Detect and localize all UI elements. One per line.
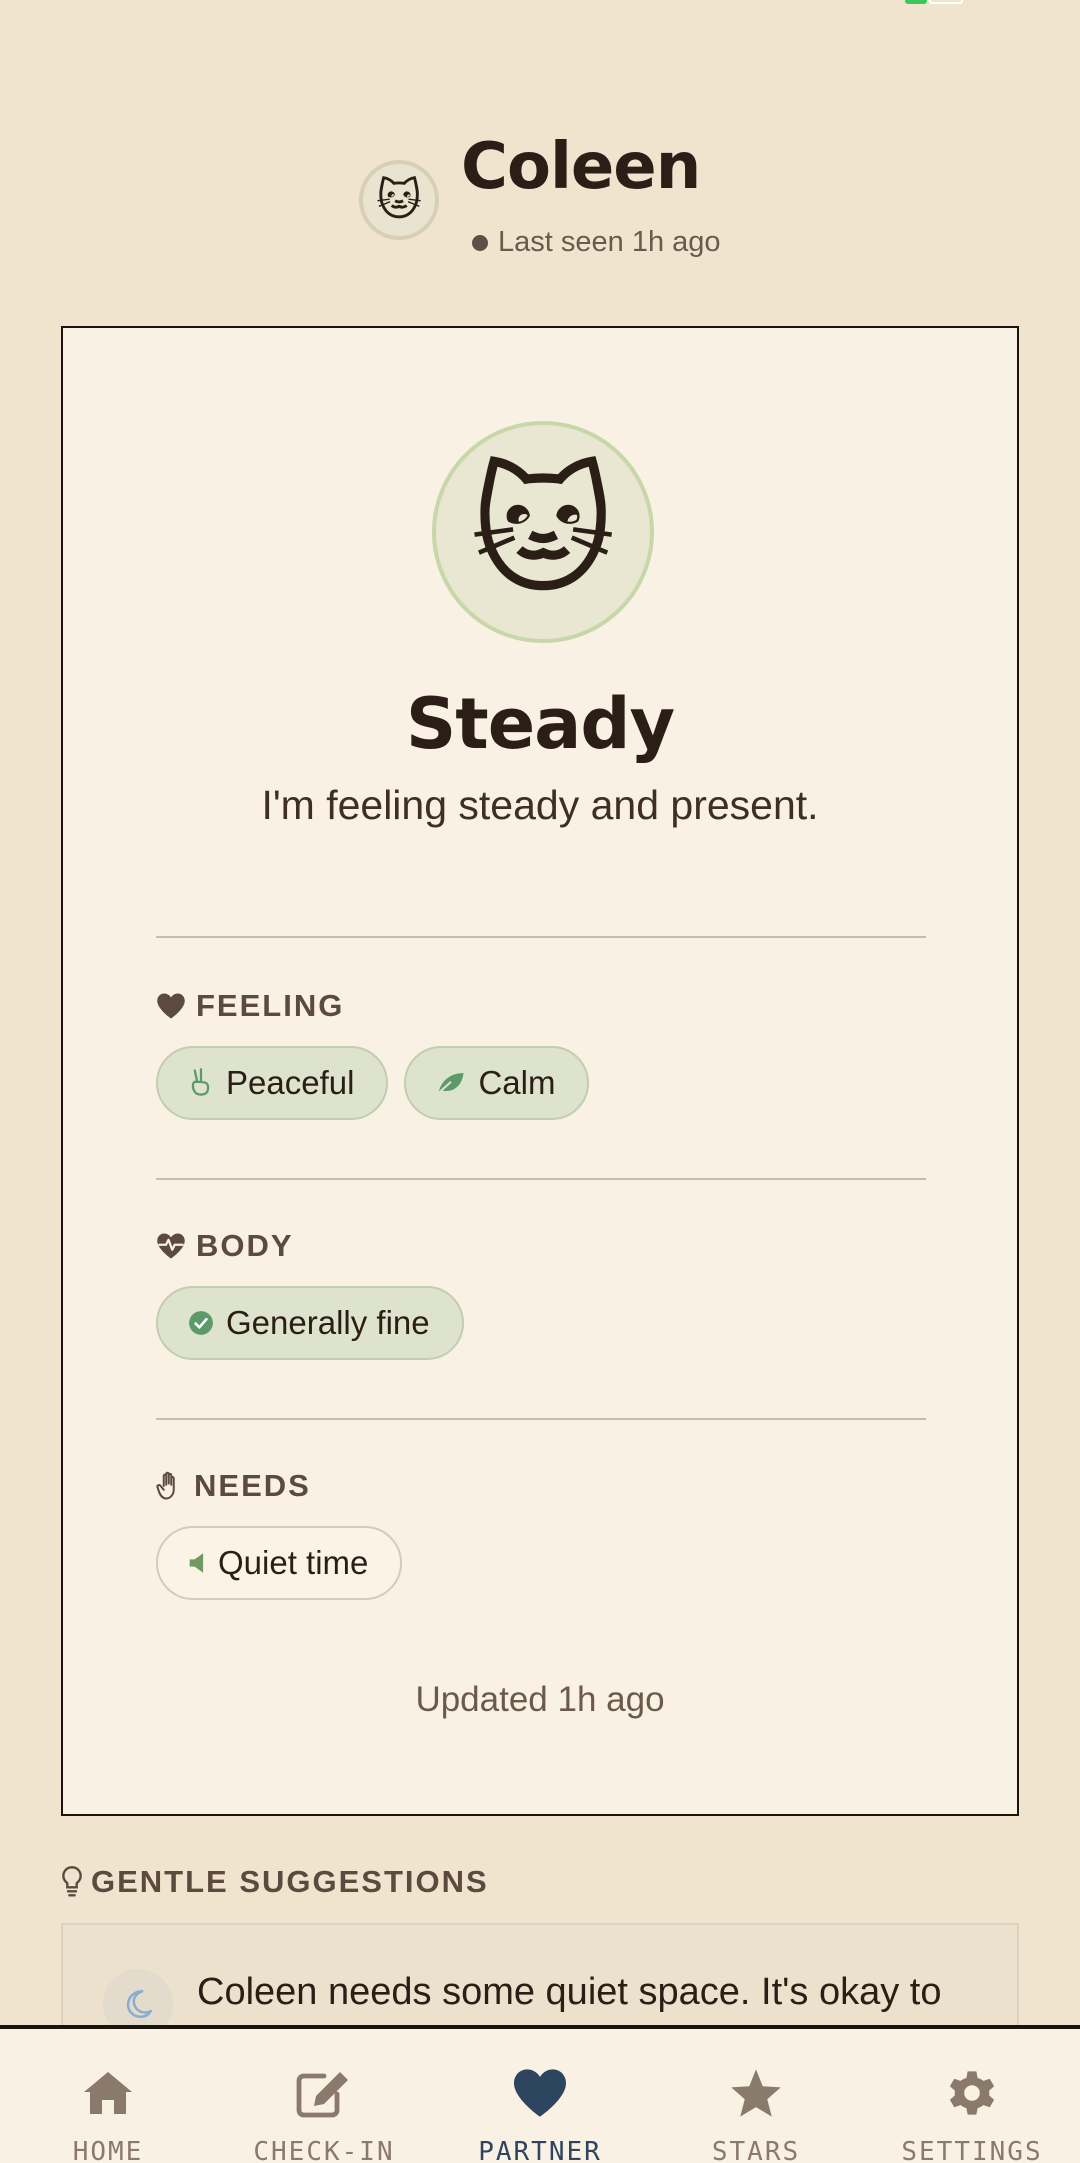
check-circle-icon bbox=[189, 1311, 213, 1335]
divider bbox=[156, 1418, 926, 1420]
nav-label: STARS bbox=[711, 2137, 801, 2163]
divider bbox=[156, 1178, 926, 1180]
nav-item-settings[interactable]: SETTINGS bbox=[864, 2029, 1080, 2163]
mood-avatar: 🐱 bbox=[432, 421, 654, 643]
bottom-nav: HOME CHECK-IN PARTNER STARS SETTINGS bbox=[0, 2025, 1080, 2163]
nav-label: PARTNER bbox=[478, 2137, 602, 2163]
heart-icon bbox=[157, 993, 185, 1019]
section-label-text: GENTLE SUGGESTIONS bbox=[91, 1864, 489, 1899]
speaker-low-icon bbox=[189, 1553, 204, 1573]
chip-peaceful[interactable]: Peaceful bbox=[156, 1046, 389, 1120]
chip-quiet-time[interactable]: Quiet time bbox=[156, 1526, 403, 1600]
chip-label: Calm bbox=[478, 1064, 556, 1101]
nav-item-checkin[interactable]: CHECK-IN bbox=[216, 2029, 432, 2163]
divider bbox=[156, 936, 926, 938]
section-label-text: BODY bbox=[196, 1228, 294, 1263]
section-label-needs: NEEDS bbox=[156, 1468, 311, 1504]
nav-item-stars[interactable]: STARS bbox=[648, 2029, 864, 2163]
partner-name: Coleen bbox=[461, 130, 701, 204]
nav-label: SETTINGS bbox=[901, 2137, 1043, 2163]
mood-title: Steady bbox=[405, 683, 675, 765]
partner-status-card: 🐱 Steady I'm feeling steady and present.… bbox=[61, 326, 1019, 1816]
leaf-icon bbox=[438, 1073, 464, 1094]
presence-status: Last seen 1h ago bbox=[472, 226, 721, 259]
lightbulb-icon bbox=[62, 1866, 82, 1897]
heart-pulse-icon bbox=[157, 1233, 185, 1259]
nav-label: CHECK-IN bbox=[253, 2137, 395, 2163]
chip-calm[interactable]: Calm bbox=[404, 1046, 590, 1120]
mood-subtitle: I'm feeling steady and present. bbox=[261, 782, 819, 828]
gear-icon bbox=[946, 2065, 998, 2121]
avatar: 🐱 bbox=[359, 160, 439, 240]
needs-chips: Quiet time bbox=[156, 1526, 403, 1600]
battery-icon bbox=[905, 0, 965, 4]
feeling-chips: Peaceful Calm bbox=[156, 1046, 590, 1120]
suggestion-text: Coleen needs some quiet space. It's okay… bbox=[197, 1971, 942, 2013]
partner-header: 🐱 Coleen Last seen 1h ago bbox=[0, 130, 1080, 270]
edit-icon bbox=[296, 2065, 352, 2121]
home-icon bbox=[82, 2065, 134, 2121]
section-label-suggestions: GENTLE SUGGESTIONS bbox=[61, 1864, 489, 1900]
section-label-text: FEELING bbox=[196, 988, 345, 1023]
nav-item-home[interactable]: HOME bbox=[0, 2029, 216, 2163]
heart-icon bbox=[511, 2065, 569, 2121]
star-icon bbox=[729, 2065, 783, 2121]
presence-text: Last seen 1h ago bbox=[498, 226, 721, 258]
body-chips: Generally fine bbox=[156, 1286, 464, 1360]
section-label-body: BODY bbox=[156, 1228, 294, 1264]
chip-generally-fine[interactable]: Generally fine bbox=[156, 1286, 464, 1360]
nav-label: HOME bbox=[72, 2137, 144, 2163]
updated-timestamp: Updated 1h ago bbox=[415, 1680, 665, 1719]
hand-icon bbox=[156, 1471, 175, 1500]
chip-label: Peaceful bbox=[226, 1064, 355, 1101]
section-label-text: NEEDS bbox=[194, 1468, 311, 1503]
chip-label: Quiet time bbox=[218, 1544, 369, 1581]
section-label-feeling: FEELING bbox=[156, 988, 344, 1024]
peace-hand-icon bbox=[191, 1068, 210, 1096]
chip-label: Generally fine bbox=[226, 1304, 430, 1341]
status-bar bbox=[0, 0, 1080, 10]
presence-dot-icon bbox=[472, 234, 488, 251]
nav-item-partner[interactable]: PARTNER bbox=[432, 2029, 648, 2163]
